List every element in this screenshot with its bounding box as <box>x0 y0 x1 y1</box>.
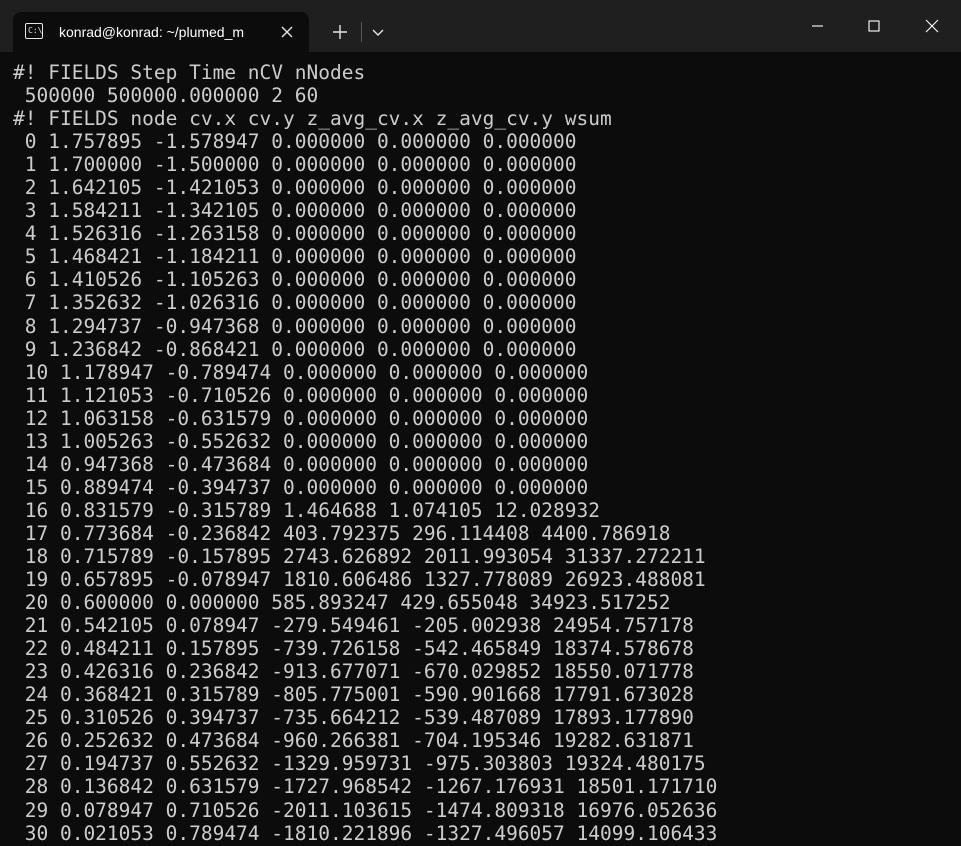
terminal-line: 12 1.063158 -0.631579 0.000000 0.000000 … <box>13 406 589 430</box>
terminal-line: 27 0.194737 0.552632 -1329.959731 -975.3… <box>13 752 706 776</box>
tab-active[interactable]: C:\ konrad@konrad: ~/plumed_m <box>13 12 309 52</box>
close-icon <box>281 26 293 38</box>
new-tab-button[interactable] <box>326 18 354 46</box>
terminal-line: 13 1.005263 -0.552632 0.000000 0.000000 … <box>13 429 589 453</box>
minimize-icon <box>812 25 823 27</box>
terminal-line: 11 1.121053 -0.710526 0.000000 0.000000 … <box>13 383 589 407</box>
terminal-line: #! FIELDS Step Time nCV nNodes <box>13 61 366 84</box>
terminal-line: 6 1.410526 -1.105263 0.000000 0.000000 0… <box>13 268 577 292</box>
terminal-line: 23 0.426316 0.236842 -913.677071 -670.02… <box>13 660 694 684</box>
terminal-line: 5 1.468421 -1.184211 0.000000 0.000000 0… <box>13 245 577 269</box>
terminal-line: 17 0.773684 -0.236842 403.792375 296.114… <box>13 521 671 545</box>
minimize-button[interactable] <box>789 0 847 52</box>
terminal-icon: C:\ <box>25 23 43 39</box>
terminal-line: 16 0.831579 -0.315789 1.464688 1.074105 … <box>13 498 600 522</box>
terminal-line: 22 0.484211 0.157895 -739.726158 -542.46… <box>13 637 694 661</box>
close-window-button[interactable] <box>903 0 961 52</box>
terminal-line: 8 1.294737 -0.947368 0.000000 0.000000 0… <box>13 314 577 338</box>
terminal-line: 10 1.178947 -0.789474 0.000000 0.000000 … <box>13 360 589 384</box>
terminal-line: 19 0.657895 -0.078947 1810.606486 1327.7… <box>13 568 706 592</box>
terminal-output-area[interactable]: #! FIELDS Step Time nCV nNodes 500000 50… <box>0 52 961 846</box>
close-icon <box>925 19 939 33</box>
maximize-button[interactable] <box>845 0 903 52</box>
terminal-line: 20 0.600000 0.000000 585.893247 429.6550… <box>13 591 671 615</box>
terminal-line: 3 1.584211 -1.342105 0.000000 0.000000 0… <box>13 199 577 223</box>
title-bar[interactable]: C:\ konrad@konrad: ~/plumed_m <box>0 0 961 52</box>
terminal-line: 1 1.700000 -1.500000 0.000000 0.000000 0… <box>13 153 577 177</box>
terminal-line: 15 0.889474 -0.394737 0.000000 0.000000 … <box>13 475 589 499</box>
maximize-icon <box>868 20 880 32</box>
terminal-line: 0 1.757895 -1.578947 0.000000 0.000000 0… <box>13 130 577 154</box>
terminal-line: 18 0.715789 -0.157895 2743.626892 2011.9… <box>13 544 706 568</box>
plus-icon <box>333 25 347 39</box>
terminal-window: C:\ konrad@konrad: ~/plumed_m #! FIELDS … <box>0 0 961 846</box>
terminal-line: 500000 500000.000000 2 60 <box>13 84 319 108</box>
terminal-line: 24 0.368421 0.315789 -805.775001 -590.90… <box>13 683 694 707</box>
terminal-line: 7 1.352632 -1.026316 0.000000 0.000000 0… <box>13 291 577 315</box>
tab-close-button[interactable] <box>275 20 299 44</box>
terminal-output: #! FIELDS Step Time nCV nNodes 500000 50… <box>13 61 953 845</box>
terminal-line: 4 1.526316 -1.263158 0.000000 0.000000 0… <box>13 222 577 246</box>
terminal-line: 29 0.078947 0.710526 -2011.103615 -1474.… <box>13 798 718 822</box>
tab-divider <box>361 22 362 42</box>
terminal-line: 2 1.642105 -1.421053 0.000000 0.000000 0… <box>13 176 577 200</box>
terminal-line: 21 0.542105 0.078947 -279.549461 -205.00… <box>13 614 694 638</box>
tab-title: konrad@konrad: ~/plumed_m <box>59 24 245 40</box>
terminal-line: 28 0.136842 0.631579 -1727.968542 -1267.… <box>13 775 718 799</box>
terminal-line: 25 0.310526 0.394737 -735.664212 -539.48… <box>13 706 694 730</box>
terminal-line: 14 0.947368 -0.473684 0.000000 0.000000 … <box>13 452 589 476</box>
chevron-down-icon <box>372 29 384 36</box>
terminal-line: #! FIELDS node cv.x cv.y z_avg_cv.x z_av… <box>13 107 612 131</box>
terminal-line: 26 0.252632 0.473684 -960.266381 -704.19… <box>13 729 694 753</box>
terminal-line: 9 1.236842 -0.868421 0.000000 0.000000 0… <box>13 337 577 361</box>
tab-dropdown-button[interactable] <box>366 18 390 46</box>
terminal-line: 30 0.021053 0.789474 -1810.221896 -1327.… <box>13 821 718 845</box>
